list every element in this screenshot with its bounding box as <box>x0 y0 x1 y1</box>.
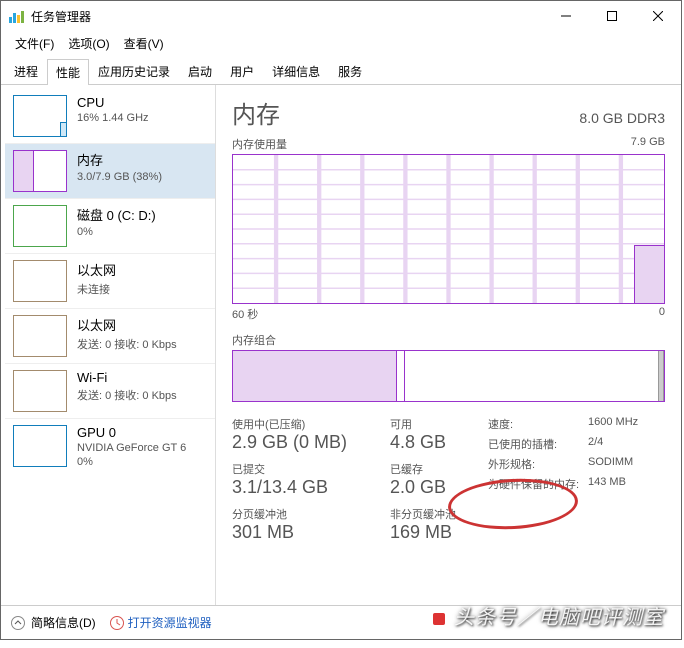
memory-total: 8.0 GB DDR3 <box>579 110 665 126</box>
disk-thumb <box>13 205 67 247</box>
minimize-button[interactable] <box>543 1 589 31</box>
tab-services[interactable]: 服务 <box>329 58 371 84</box>
eth1-thumb <box>13 315 67 357</box>
wifi-title: Wi-Fi <box>77 370 177 385</box>
resource-monitor-link[interactable]: 打开资源监视器 <box>110 614 212 631</box>
axis-left: 60 秒 <box>232 306 258 322</box>
cpu-thumb <box>13 95 67 137</box>
committed-label: 已提交 <box>232 461 382 477</box>
slots-value: 2/4 <box>588 436 603 452</box>
eth0-sub: 未连接 <box>77 281 116 297</box>
hw-value: 143 MB <box>588 476 626 492</box>
form-label: 外形规格: <box>488 456 588 472</box>
memory-title: 内存 <box>77 150 162 169</box>
tab-history[interactable]: 应用历史记录 <box>89 58 179 84</box>
window-title: 任务管理器 <box>31 8 543 25</box>
fewer-details-button[interactable]: 简略信息(D) <box>11 614 96 631</box>
sidebar-item-eth1[interactable]: 以太网发送: 0 接收: 0 Kbps <box>5 308 215 363</box>
sidebar-item-gpu[interactable]: GPU 0 NVIDIA GeForce GT 6 0% <box>5 418 215 474</box>
menu-file[interactable]: 文件(F) <box>9 33 60 54</box>
disk-title: 磁盘 0 (C: D:) <box>77 205 156 224</box>
speed-value: 1600 MHz <box>588 416 638 432</box>
tab-startup[interactable]: 启动 <box>179 58 221 84</box>
cached-label: 已缓存 <box>390 461 480 477</box>
in-use-value: 2.9 GB (0 MB) <box>232 432 382 453</box>
tab-performance[interactable]: 性能 <box>47 59 89 85</box>
menu-view[interactable]: 查看(V) <box>118 33 170 54</box>
sidebar-item-memory[interactable]: 内存 3.0/7.9 GB (38%) <box>5 143 215 198</box>
slots-label: 已使用的插槽: <box>488 436 588 452</box>
tab-details[interactable]: 详细信息 <box>263 58 329 84</box>
gpu-sub: NVIDIA GeForce GT 6 <box>77 442 186 454</box>
cached-value: 2.0 GB <box>390 477 480 498</box>
hw-label: 为硬件保留的内存: <box>488 476 588 492</box>
fewer-details-label: 简略信息(D) <box>31 614 96 631</box>
tab-users[interactable]: 用户 <box>221 58 263 84</box>
eth0-title: 以太网 <box>77 260 116 279</box>
sidebar-item-wifi[interactable]: Wi-Fi 发送: 0 接收: 0 Kbps <box>5 363 215 418</box>
wifi-sub: 发送: 0 接收: 0 Kbps <box>77 387 177 403</box>
speed-label: 速度: <box>488 416 588 432</box>
sidebar: CPU 16% 1.44 GHz 内存 3.0/7.9 GB (38%) 磁盘 0 … <box>1 85 216 605</box>
usage-label: 内存使用量 <box>232 136 287 152</box>
wifi-thumb <box>13 370 67 412</box>
maximize-button[interactable] <box>589 1 635 31</box>
titlebar: 任务管理器 <box>1 1 681 31</box>
gpu-sub2: 0% <box>77 456 186 468</box>
footer: 简略信息(D) 打开资源监视器 <box>1 605 681 639</box>
cpu-title: CPU <box>77 95 149 110</box>
resource-monitor-label: 打开资源监视器 <box>128 614 212 631</box>
main-panel: 内存 8.0 GB DDR3 内存使用量 7.9 GB 60 秒 0 内存组合 使用… <box>216 85 681 605</box>
menu-options[interactable]: 选项(O) <box>62 33 115 54</box>
axis-right: 0 <box>659 306 665 322</box>
gpu-thumb <box>13 425 67 467</box>
menubar: 文件(F) 选项(O) 查看(V) <box>1 31 681 58</box>
paged-value: 301 MB <box>232 522 382 543</box>
nonpaged-value: 169 MB <box>390 522 480 543</box>
form-value: SODIMM <box>588 456 633 472</box>
sidebar-item-disk[interactable]: 磁盘 0 (C: D:) 0% <box>5 198 215 253</box>
available-value: 4.8 GB <box>390 432 480 453</box>
memory-usage-chart[interactable] <box>232 154 665 304</box>
eth1-title: 以太网 <box>77 315 177 334</box>
paged-label: 分页缓冲池 <box>232 506 382 522</box>
main-title: 内存 <box>232 95 280 130</box>
usage-max: 7.9 GB <box>631 136 665 152</box>
eth1-sub: 发送: 0 接收: 0 Kbps <box>77 336 177 352</box>
memory-thumb <box>13 150 67 192</box>
sidebar-item-cpu[interactable]: CPU 16% 1.44 GHz <box>5 89 215 143</box>
eth0-thumb <box>13 260 67 302</box>
close-button[interactable] <box>635 1 681 31</box>
memory-composition-chart[interactable] <box>232 350 665 402</box>
memory-sub: 3.0/7.9 GB (38%) <box>77 171 162 183</box>
composition-label: 内存组合 <box>232 332 665 348</box>
sidebar-item-eth0[interactable]: 以太网未连接 <box>5 253 215 308</box>
nonpaged-label: 非分页缓冲池 <box>390 506 480 522</box>
disk-sub: 0% <box>77 226 156 238</box>
tab-processes[interactable]: 进程 <box>5 58 47 84</box>
available-label: 可用 <box>390 416 480 432</box>
in-use-label: 使用中(已压缩) <box>232 416 382 432</box>
app-icon <box>9 9 25 23</box>
tabbar: 进程 性能 应用历史记录 启动 用户 详细信息 服务 <box>1 58 681 85</box>
monitor-icon <box>110 616 124 630</box>
chevron-up-icon <box>11 616 25 630</box>
cpu-sub: 16% 1.44 GHz <box>77 112 149 124</box>
committed-value: 3.1/13.4 GB <box>232 477 382 498</box>
gpu-title: GPU 0 <box>77 425 186 440</box>
